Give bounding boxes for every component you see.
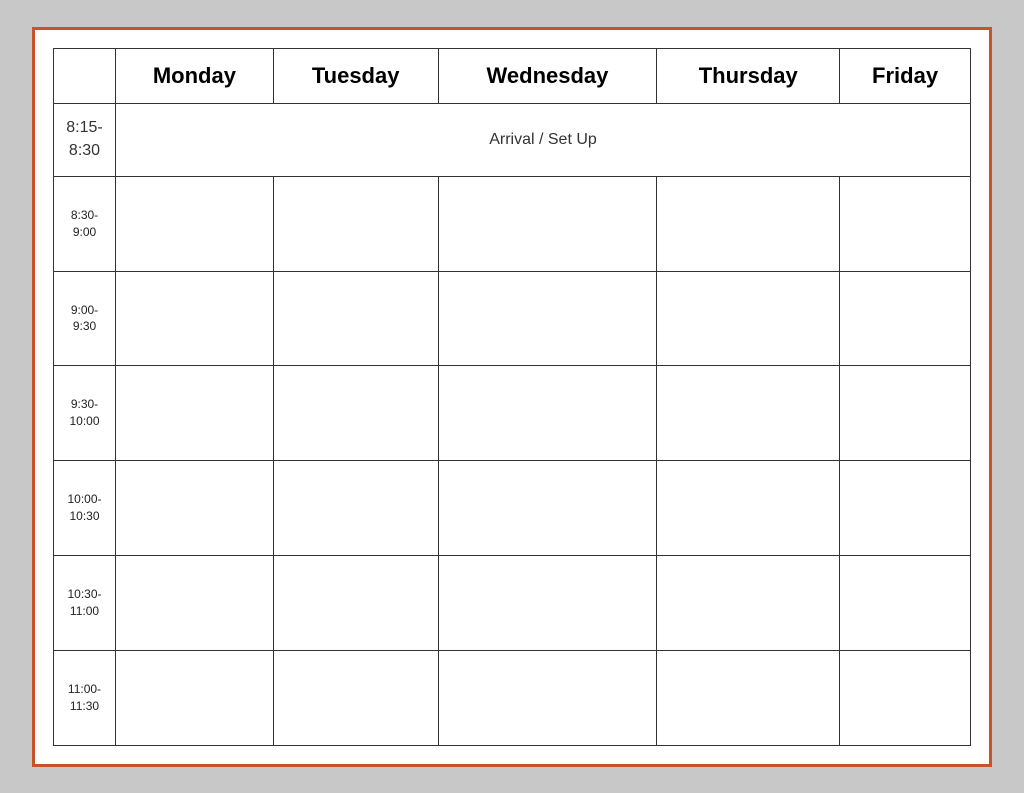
friday-830 xyxy=(840,176,971,271)
arrival-cell: Arrival / Set Up xyxy=(116,103,971,176)
wednesday-930 xyxy=(438,366,657,461)
tuesday-900 xyxy=(273,271,438,366)
time-830-900: 8:30-9:00 xyxy=(54,176,116,271)
row-1000-1030: 10:00-10:30 xyxy=(54,461,971,556)
wednesday-900 xyxy=(438,271,657,366)
row-900-930: 9:00-9:30 xyxy=(54,271,971,366)
tuesday-1100 xyxy=(273,650,438,745)
time-900-930: 9:00-9:30 xyxy=(54,271,116,366)
monday-header: Monday xyxy=(116,48,274,103)
thursday-1100 xyxy=(657,650,840,745)
wednesday-1000 xyxy=(438,461,657,556)
monday-830 xyxy=(116,176,274,271)
friday-1000 xyxy=(840,461,971,556)
friday-header: Friday xyxy=(840,48,971,103)
page: Monday Tuesday Wednesday Thursday Friday… xyxy=(32,27,992,767)
time-815-830: 8:15-8:30 xyxy=(54,103,116,176)
thursday-1030 xyxy=(657,555,840,650)
monday-900 xyxy=(116,271,274,366)
schedule-table: Monday Tuesday Wednesday Thursday Friday… xyxy=(53,48,971,746)
wednesday-1030 xyxy=(438,555,657,650)
wednesday-header: Wednesday xyxy=(438,48,657,103)
time-930-1000: 9:30-10:00 xyxy=(54,366,116,461)
wednesday-830 xyxy=(438,176,657,271)
friday-1100 xyxy=(840,650,971,745)
tuesday-830 xyxy=(273,176,438,271)
time-1000-1030: 10:00-10:30 xyxy=(54,461,116,556)
friday-930 xyxy=(840,366,971,461)
thursday-header: Thursday xyxy=(657,48,840,103)
monday-1030 xyxy=(116,555,274,650)
monday-1000 xyxy=(116,461,274,556)
row-1030-1100: 10:30-11:00 xyxy=(54,555,971,650)
row-830-900: 8:30-9:00 xyxy=(54,176,971,271)
row-930-1000: 9:30-10:00 xyxy=(54,366,971,461)
friday-1030 xyxy=(840,555,971,650)
time-header xyxy=(54,48,116,103)
time-1100-1130: 11:00-11:30 xyxy=(54,650,116,745)
thursday-830 xyxy=(657,176,840,271)
tuesday-930 xyxy=(273,366,438,461)
arrival-row: 8:15-8:30 Arrival / Set Up xyxy=(54,103,971,176)
row-1100-1130: 11:00-11:30 xyxy=(54,650,971,745)
wednesday-1100 xyxy=(438,650,657,745)
thursday-930 xyxy=(657,366,840,461)
tuesday-header: Tuesday xyxy=(273,48,438,103)
tuesday-1030 xyxy=(273,555,438,650)
tuesday-1000 xyxy=(273,461,438,556)
monday-1100 xyxy=(116,650,274,745)
time-1030-1100: 10:30-11:00 xyxy=(54,555,116,650)
thursday-1000 xyxy=(657,461,840,556)
friday-900 xyxy=(840,271,971,366)
monday-930 xyxy=(116,366,274,461)
thursday-900 xyxy=(657,271,840,366)
